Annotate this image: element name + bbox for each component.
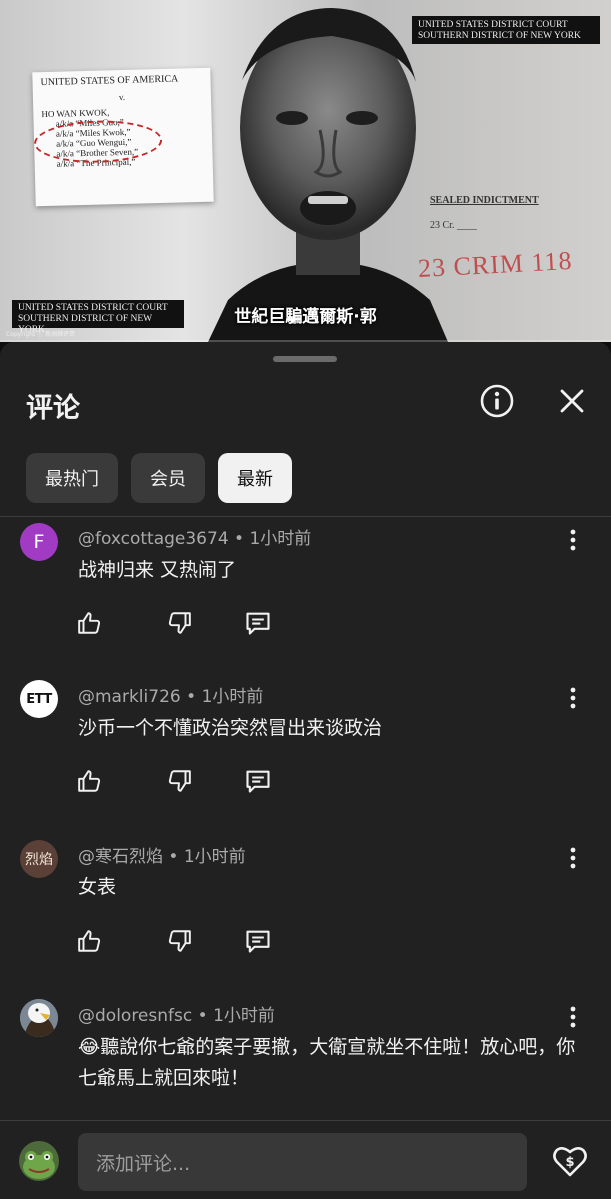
- reply-icon: [246, 770, 270, 793]
- copyright-watermark: Copyright ⓒ 新闻辣评哥: [6, 331, 76, 338]
- reply-icon: [246, 930, 270, 953]
- comment-text: 女表: [78, 876, 117, 898]
- comment-meta: @doloresnfsc • 1小时前: [78, 1006, 275, 1026]
- document-versus: v.: [118, 91, 126, 103]
- like-button[interactable]: [75, 926, 105, 956]
- comment-meta: @foxcottage3674 • 1小时前: [78, 529, 312, 549]
- comment-time: 1小时前: [213, 1006, 275, 1026]
- more-vertical-icon: [570, 529, 576, 551]
- like-button[interactable]: [75, 608, 105, 638]
- comment-menu-button[interactable]: [561, 686, 585, 710]
- user-avatar[interactable]: [19, 1141, 59, 1181]
- indictment-document-image: UNITED STATES OF AMERICA v. HO WAN KWOK,…: [32, 67, 214, 207]
- comment-author[interactable]: @markli726: [78, 687, 181, 707]
- document-header: UNITED STATES OF AMERICA: [40, 73, 179, 89]
- avatar[interactable]: ETT: [20, 680, 58, 718]
- divider: [0, 516, 611, 517]
- comment-meta: @寒石烈焰 • 1小时前: [78, 847, 246, 867]
- comment-text: 😂聽說你七爺的案子要撤，大衛宣就坐不住啦！放心吧，你七爺馬上就回來啦！: [78, 1036, 576, 1089]
- info-icon: [480, 384, 514, 418]
- comment-text: 沙币一个不懂政治突然冒出来谈政治: [78, 717, 383, 739]
- more-vertical-icon: [570, 687, 576, 709]
- comment-time: 1小时前: [249, 529, 312, 549]
- thumbs-down-icon: [168, 612, 191, 634]
- comment-author[interactable]: @foxcottage3674: [78, 529, 229, 549]
- thumbs-down-icon: [168, 930, 191, 952]
- more-vertical-icon: [570, 847, 576, 869]
- tab-newest[interactable]: 最新: [218, 453, 292, 503]
- super-thanks-button[interactable]: $: [549, 1140, 591, 1182]
- dislike-button[interactable]: [164, 766, 194, 796]
- comment-text: 战神归来 又热闹了: [78, 559, 237, 581]
- comment-author[interactable]: @doloresnfsc: [78, 1006, 192, 1026]
- comment-composer: 添加评论... $: [0, 1120, 611, 1199]
- more-vertical-icon: [570, 1006, 576, 1028]
- info-button[interactable]: [475, 379, 519, 423]
- thumbs-up-icon: [78, 612, 101, 634]
- close-icon: [560, 389, 584, 413]
- comment-menu-button[interactable]: [561, 1005, 585, 1029]
- svg-text:$: $: [565, 1155, 574, 1170]
- comment-input[interactable]: 添加评论...: [78, 1133, 527, 1191]
- comment-time: 1小时前: [201, 687, 264, 707]
- reply-button[interactable]: [243, 926, 273, 956]
- reply-button[interactable]: [243, 766, 273, 796]
- tab-members[interactable]: 会员: [131, 453, 205, 503]
- avatar[interactable]: F: [20, 523, 58, 561]
- heart-dollar-icon: $: [553, 1147, 587, 1177]
- avatar[interactable]: [20, 999, 58, 1037]
- comment-meta: @markli726 • 1小时前: [78, 687, 264, 707]
- comment-menu-button[interactable]: [561, 846, 585, 870]
- comment-menu-button[interactable]: [561, 528, 585, 552]
- drag-handle[interactable]: [273, 356, 337, 362]
- video-player[interactable]: UNITED STATES OF AMERICA v. HO WAN KWOK,…: [0, 0, 611, 342]
- thumbs-up-icon: [78, 930, 101, 952]
- close-button[interactable]: [550, 379, 594, 423]
- avatar[interactable]: 烈焰: [20, 840, 58, 878]
- frog-avatar-icon: [19, 1141, 59, 1181]
- comment-time: 1小时前: [183, 847, 246, 867]
- panel-title: 评论: [26, 393, 80, 424]
- sort-tabs: 最热门 会员 最新: [26, 453, 292, 503]
- thumbs-up-icon: [78, 770, 101, 792]
- thumbs-down-icon: [168, 770, 191, 792]
- dislike-button[interactable]: [164, 608, 194, 638]
- reply-icon: [246, 612, 270, 635]
- eagle-avatar-icon: [20, 999, 58, 1037]
- speaker-portrait-image: [208, 8, 448, 342]
- reply-button[interactable]: [243, 608, 273, 638]
- court-caption-bottom: UNITED STATES DISTRICT COURT SOUTHERN DI…: [12, 300, 184, 335]
- dislike-button[interactable]: [164, 926, 194, 956]
- tab-top[interactable]: 最热门: [26, 453, 118, 503]
- comment-author[interactable]: @寒石烈焰: [78, 847, 163, 867]
- like-button[interactable]: [75, 766, 105, 796]
